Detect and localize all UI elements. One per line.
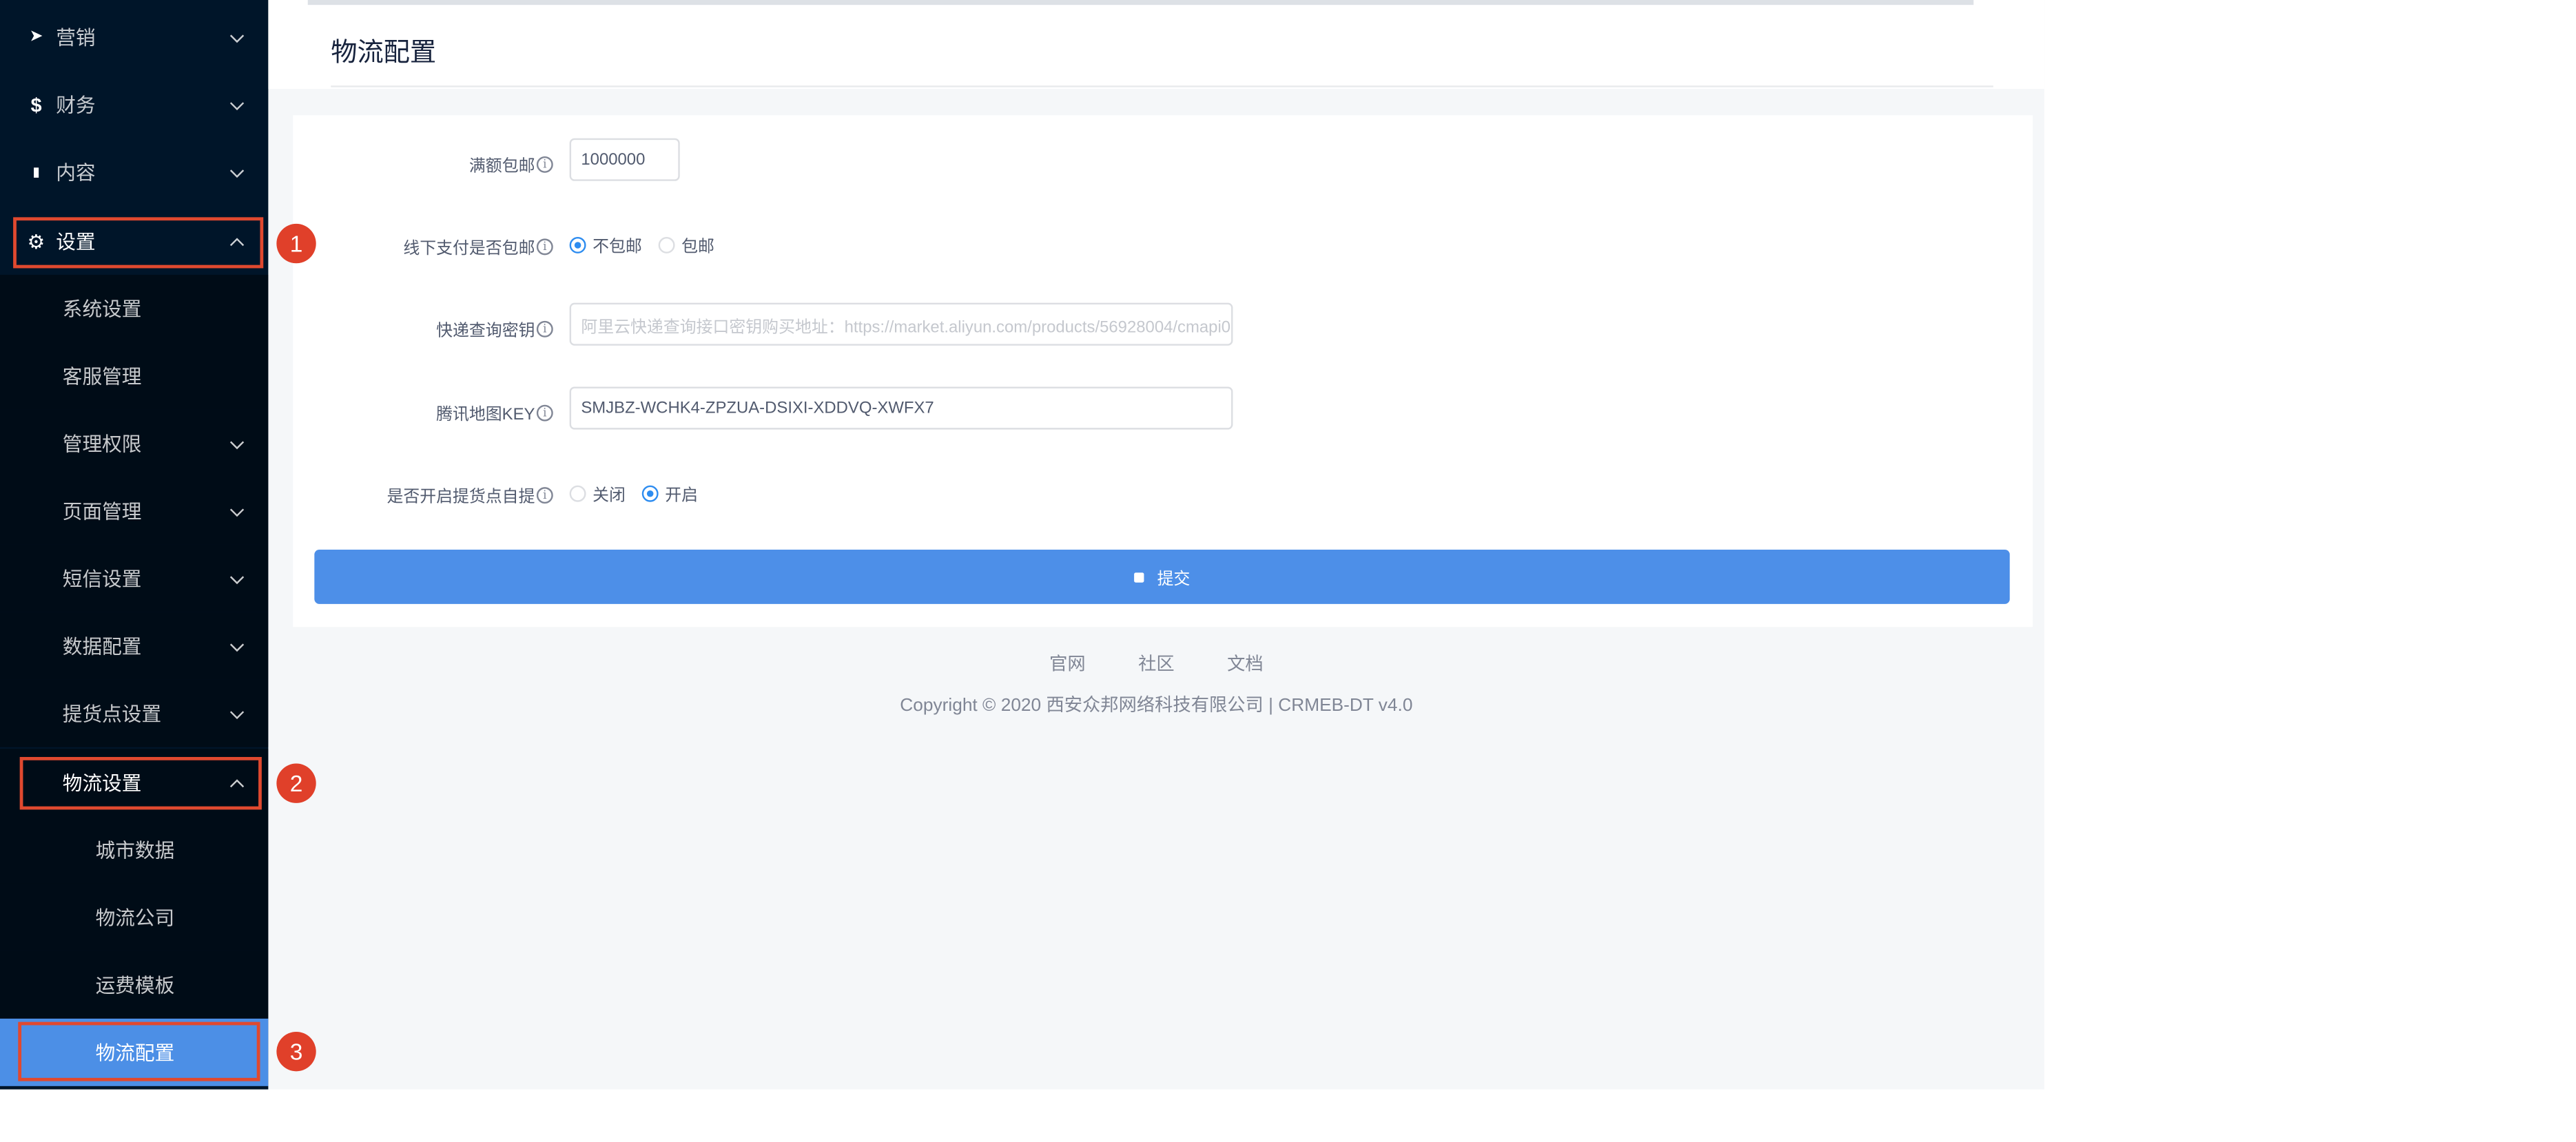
submit-label: 提交 <box>1157 571 1191 590</box>
sidebar-item-label: 客服管理 <box>62 365 142 388</box>
radio-label: 不包邮 <box>593 238 642 257</box>
sidebar-item-label: 运费模板 <box>95 974 175 997</box>
radio-checked-icon <box>569 236 586 253</box>
radio-no-free-shipping[interactable]: 不包邮 <box>569 232 642 257</box>
step-badge-2: 2 <box>276 763 316 803</box>
gear-icon: ⚙ <box>27 229 45 253</box>
sidebar-item-label: 页面管理 <box>62 500 142 523</box>
sidebar-item-content[interactable]: ▮ 内容 <box>0 138 268 206</box>
radio-label: 包邮 <box>681 238 714 257</box>
radio-free-shipping[interactable]: 包邮 <box>658 232 714 257</box>
radio-close[interactable]: 关闭 <box>569 481 626 506</box>
sidebar-item-label: 管理权限 <box>62 433 142 456</box>
chevron-down-icon <box>229 434 245 449</box>
chevron-down-icon <box>229 163 245 177</box>
sidebar-item-logistics-company[interactable]: 物流公司 <box>0 883 269 951</box>
sidebar-item-label: 营销 <box>56 26 96 50</box>
main-content: 物流配置 满额包邮 i 1000000 线下支付是否包邮 i 不包邮 包邮 快递… <box>268 0 2045 1090</box>
self-pickup-label-text: 是否开启提货点自提 <box>387 488 535 507</box>
sidebar-item-settings[interactable]: ⚙ 设置 <box>0 207 268 275</box>
sidebar-item-shipping-template[interactable]: 运费模板 <box>0 951 269 1019</box>
offline-pay-label-text: 线下支付是否包邮 <box>403 240 535 259</box>
sidebar-item-page-management[interactable]: 页面管理 <box>0 477 269 545</box>
info-icon[interactable]: i <box>536 320 553 337</box>
page-header: 物流配置 <box>268 0 2045 90</box>
top-scrollbar[interactable] <box>307 0 1974 6</box>
express-key-label: 快递查询密钥 i <box>436 316 553 341</box>
footer-link-docs[interactable]: 文档 <box>1227 650 1264 676</box>
config-form: 满额包邮 i 1000000 线下支付是否包邮 i 不包邮 包邮 快递查询密钥 … <box>293 115 2033 627</box>
sidebar-item-logistics-config[interactable]: 物流配置 <box>0 1018 269 1086</box>
radio-unchecked-icon <box>569 484 586 501</box>
sidebar-item-admin-permissions[interactable]: 管理权限 <box>0 409 269 477</box>
free-shipping-value: 1000000 <box>581 150 646 169</box>
radio-open[interactable]: 开启 <box>641 481 698 506</box>
sidebar-item-label: 物流设置 <box>62 771 142 795</box>
info-icon[interactable]: i <box>536 486 553 503</box>
tencent-map-key-value: SMJBZ-WCHK4-ZPZUA-DSIXI-XDDVQ-XWFX7 <box>581 399 934 417</box>
sidebar-item-logistics-settings[interactable]: 物流设置 <box>0 749 269 817</box>
bag-icon <box>1134 572 1144 582</box>
sidebar-item-label: 系统设置 <box>62 298 142 321</box>
info-icon[interactable]: i <box>536 238 553 255</box>
express-key-label-text: 快递查询密钥 <box>436 322 535 341</box>
chevron-down-icon <box>229 95 245 110</box>
tencent-map-key-label: 腾讯地图KEY i <box>436 400 553 425</box>
sidebar-item-finance[interactable]: $ 财务 <box>0 71 268 138</box>
offline-pay-radio-group: 不包邮 包邮 <box>569 232 731 257</box>
sidebar-item-label: 内容 <box>56 161 96 185</box>
info-icon[interactable]: i <box>536 155 553 172</box>
radio-label: 关闭 <box>593 487 626 506</box>
offline-pay-label: 线下支付是否包邮 i <box>403 233 553 258</box>
chevron-down-icon <box>229 569 245 584</box>
chevron-down-icon <box>229 28 245 43</box>
chevron-down-icon <box>229 636 245 652</box>
express-key-placeholder: 阿里云快递查询接口密钥购买地址：https://market.aliyun.co… <box>581 318 1231 337</box>
copyright: Copyright © 2020 西安众邦网络科技有限公司 | CRMEB-DT… <box>900 696 1413 716</box>
radio-label: 开启 <box>665 487 698 506</box>
chevron-down-icon <box>229 501 245 517</box>
chevron-up-icon <box>229 778 245 793</box>
sidebar-item-pickup-settings[interactable]: 提货点设置 <box>0 679 269 747</box>
tencent-map-key-input[interactable]: SMJBZ-WCHK4-ZPZUA-DSIXI-XDDVQ-XWFX7 <box>569 386 1233 430</box>
chevron-down-icon <box>229 704 245 718</box>
footer-link-community[interactable]: 社区 <box>1138 650 1175 676</box>
sidebar-item-data-config[interactable]: 数据配置 <box>0 612 269 680</box>
free-shipping-input[interactable]: 1000000 <box>569 138 680 181</box>
sidebar-item-label: 设置 <box>56 230 96 253</box>
self-pickup-label: 是否开启提货点自提 i <box>387 482 553 507</box>
sidebar-item-customer-service[interactable]: 客服管理 <box>0 342 269 410</box>
radio-unchecked-icon <box>658 236 675 253</box>
self-pickup-radio-group: 关闭 开启 <box>569 481 714 506</box>
title-divider <box>331 85 1994 87</box>
sidebar-item-city-data[interactable]: 城市数据 <box>0 816 269 884</box>
footer-link-official[interactable]: 官网 <box>1049 650 1086 676</box>
step-badge-3: 3 <box>276 1031 316 1072</box>
submit-button[interactable]: 提交 <box>314 549 2010 604</box>
tencent-map-key-label-text: 腾讯地图KEY <box>436 406 535 425</box>
sidebar-item-label: 提货点设置 <box>62 703 162 726</box>
sidebar-item-label: 短信设置 <box>62 568 142 591</box>
sidebar-item-label: 物流配置 <box>95 1041 175 1065</box>
sidebar-item-marketing[interactable]: ➤ 营销 <box>0 3 268 71</box>
paper-plane-icon: ➤ <box>29 28 43 46</box>
sidebar: ➤ 营销 $ 财务 ▮ 内容 ⚙ 设置 系统设置 客服管理 管理权限 页面管理 … <box>0 0 269 1090</box>
page-title: 物流配置 <box>331 39 437 68</box>
radio-checked-icon <box>641 484 659 501</box>
sidebar-item-label: 物流公司 <box>95 906 175 930</box>
free-shipping-label-text: 满额包邮 <box>468 158 535 176</box>
express-key-input[interactable]: 阿里云快递查询接口密钥购买地址：https://market.aliyun.co… <box>569 302 1233 346</box>
step-badge-1: 1 <box>276 223 316 264</box>
dollar-icon: $ <box>30 92 42 116</box>
sidebar-item-sms-settings[interactable]: 短信设置 <box>0 544 269 612</box>
sidebar-item-label: 城市数据 <box>95 839 175 862</box>
info-icon[interactable]: i <box>536 404 553 421</box>
book-icon: ▮ <box>32 164 40 180</box>
chevron-up-icon <box>229 237 245 251</box>
free-shipping-label: 满额包邮 i <box>469 152 553 176</box>
sidebar-item-system-settings[interactable]: 系统设置 <box>0 274 269 342</box>
sidebar-item-label: 财务 <box>56 94 96 117</box>
footer-links: 官网 社区 文档 <box>268 650 2044 676</box>
sidebar-item-label: 数据配置 <box>62 635 142 658</box>
